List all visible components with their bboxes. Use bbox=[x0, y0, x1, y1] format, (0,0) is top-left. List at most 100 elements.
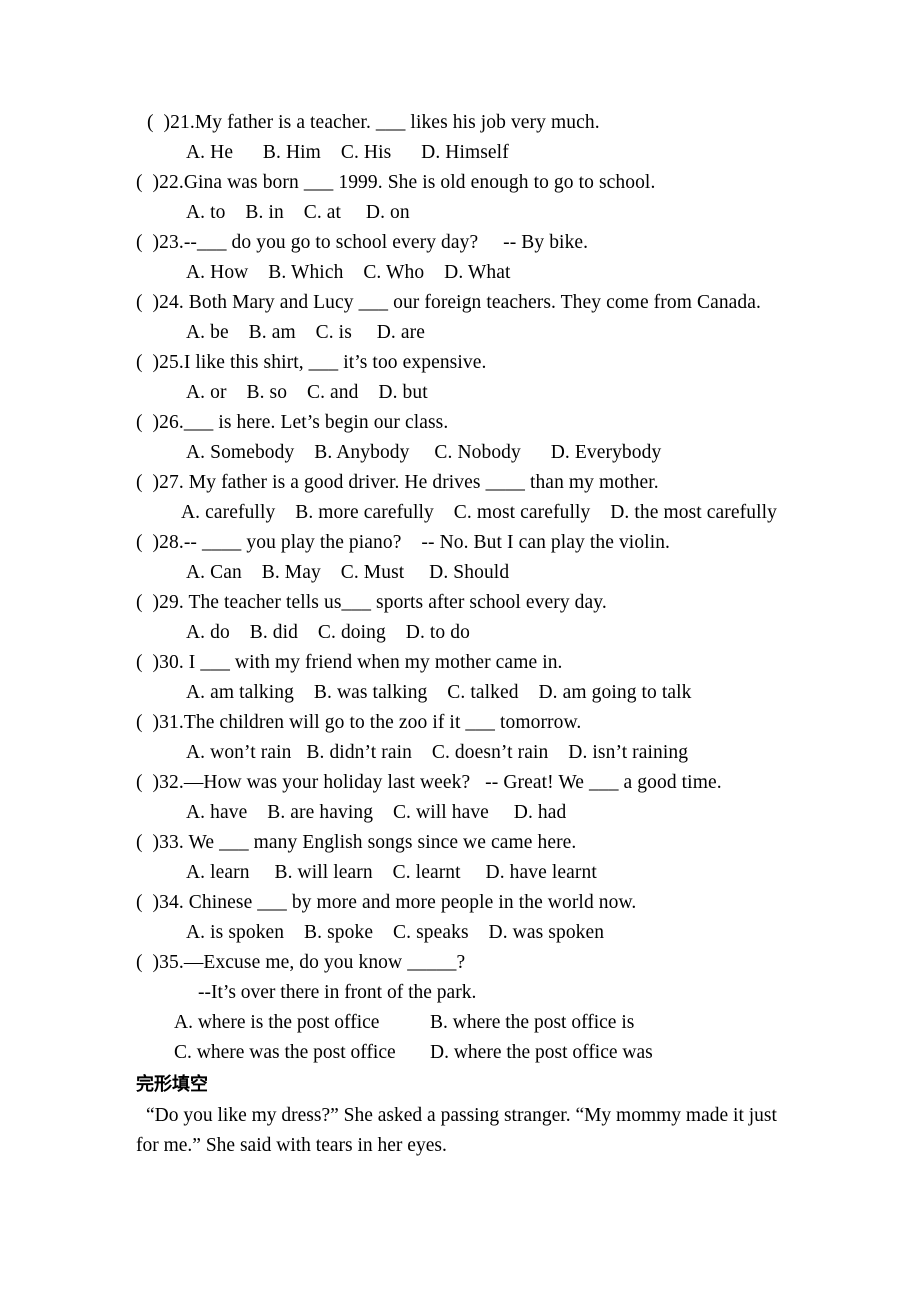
question-text-23: --___ do you go to school every day? -- … bbox=[183, 232, 589, 253]
cloze-passage: “Do you like my dress?” She asked a pass… bbox=[136, 1100, 784, 1161]
worksheet-content: ( )21.My father is a teacher. ___ likes … bbox=[136, 108, 836, 1161]
question-marker-21[interactable]: ( ) bbox=[147, 112, 170, 133]
question-options-31[interactable]: A. won’t rain B. didn’t rain C. doesn’t … bbox=[136, 738, 836, 768]
question-text-25: I like this shirt, ___ it’s too expensiv… bbox=[183, 352, 487, 373]
question-stem-25: ( )25.I like this shirt, ___ it’s too ex… bbox=[136, 348, 836, 378]
question-number-22: 22. bbox=[159, 172, 184, 193]
question-number-34: 34. bbox=[159, 892, 184, 913]
question-text-22: Gina was born ___ 1999. She is old enoug… bbox=[183, 172, 656, 193]
passage-text: “Do you like my dress?” She asked a pass… bbox=[136, 1105, 777, 1156]
question-options-33[interactable]: A. learn B. will learn C. learnt D. have… bbox=[136, 858, 836, 888]
question-text-26: ___ is here. Let’s begin our class. bbox=[183, 412, 449, 433]
document-page: ( )21.My father is a teacher. ___ likes … bbox=[0, 0, 920, 1302]
question-marker-35[interactable]: ( ) bbox=[136, 952, 159, 973]
option-b-35[interactable]: B. where the post office is bbox=[430, 1008, 634, 1038]
question-options-24[interactable]: A. be B. am C. is D. are bbox=[136, 318, 836, 348]
option-row-cd: C. where was the post office D. where the… bbox=[174, 1038, 836, 1068]
question-options-34[interactable]: A. is spoken B. spoke C. speaks D. was s… bbox=[136, 918, 836, 948]
question-marker-24[interactable]: ( ) bbox=[136, 292, 159, 313]
question-block-21: ( )21.My father is a teacher. ___ likes … bbox=[136, 108, 836, 168]
question-options-27[interactable]: A. carefully B. more carefully C. most c… bbox=[136, 498, 836, 528]
question-marker-29[interactable]: ( ) bbox=[136, 592, 159, 613]
option-c-35[interactable]: C. where was the post office bbox=[174, 1038, 430, 1068]
question-text-29: The teacher tells us___ sports after sch… bbox=[183, 592, 607, 613]
question-block-29: ( )29. The teacher tells us___ sports af… bbox=[136, 588, 836, 648]
question-text-24: Both Mary and Lucy ___ our foreign teach… bbox=[183, 292, 762, 313]
question-number-26: 26. bbox=[159, 412, 184, 433]
question-block-32: ( )32.—How was your holiday last week? -… bbox=[136, 768, 836, 828]
question-number-28: 28. bbox=[159, 532, 184, 553]
question-text-30: I ___ with my friend when my mother came… bbox=[183, 652, 563, 673]
question-options-25[interactable]: A. or B. so C. and D. but bbox=[136, 378, 836, 408]
option-row-ab: A. where is the post office B. where the … bbox=[174, 1008, 836, 1038]
question-number-32: 32. bbox=[159, 772, 184, 793]
question-marker-32[interactable]: ( ) bbox=[136, 772, 159, 793]
question-stem-31: ( )31.The children will go to the zoo if… bbox=[136, 708, 836, 738]
question-marker-28[interactable]: ( ) bbox=[136, 532, 159, 553]
question-block-25: ( )25.I like this shirt, ___ it’s too ex… bbox=[136, 348, 836, 408]
question-stem-35: ( )35.—Excuse me, do you know _____? bbox=[136, 948, 836, 978]
question-stem-27: ( )27. My father is a good driver. He dr… bbox=[136, 468, 836, 498]
question-options-29[interactable]: A. do B. did C. doing D. to do bbox=[136, 618, 836, 648]
question-block-35: ( )35.—Excuse me, do you know _____? --I… bbox=[136, 948, 836, 1068]
question-number-21: 21. bbox=[170, 112, 195, 133]
question-text-21: My father is a teacher. ___ likes his jo… bbox=[194, 112, 600, 133]
question-number-35: 35. bbox=[159, 952, 184, 973]
question-number-29: 29. bbox=[159, 592, 184, 613]
question-text-28: -- ____ you play the piano? -- No. But I… bbox=[183, 532, 671, 553]
section-heading-cloze: 完形填空 bbox=[136, 1074, 208, 1095]
question-options-32[interactable]: A. have B. are having C. will have D. ha… bbox=[136, 798, 836, 828]
question-options-30[interactable]: A. am talking B. was talking C. talked D… bbox=[136, 678, 836, 708]
question-block-22: ( )22.Gina was born ___ 1999. She is old… bbox=[136, 168, 836, 228]
question-block-28: ( )28.-- ____ you play the piano? -- No.… bbox=[136, 528, 836, 588]
question-stem-26: ( )26.___ is here. Let’s begin our class… bbox=[136, 408, 836, 438]
question-block-23: ( )23.--___ do you go to school every da… bbox=[136, 228, 836, 288]
question-options-22[interactable]: A. to B. in C. at D. on bbox=[136, 198, 836, 228]
question-block-31: ( )31.The children will go to the zoo if… bbox=[136, 708, 836, 768]
question-marker-25[interactable]: ( ) bbox=[136, 352, 159, 373]
question-number-27: 27. bbox=[159, 472, 184, 493]
question-text-32: —How was your holiday last week? -- Grea… bbox=[183, 772, 722, 793]
question-stem-29: ( )29. The teacher tells us___ sports af… bbox=[136, 588, 836, 618]
question-marker-27[interactable]: ( ) bbox=[136, 472, 159, 493]
question-text-27: My father is a good driver. He drives __… bbox=[183, 472, 659, 493]
question-text-31: The children will go to the zoo if it __… bbox=[183, 712, 582, 733]
option-a-35[interactable]: A. where is the post office bbox=[174, 1008, 430, 1038]
question-block-34: ( )34. Chinese ___ by more and more peop… bbox=[136, 888, 836, 948]
question-options-35: A. where is the post office B. where the … bbox=[136, 1008, 836, 1068]
question-options-26[interactable]: A. Somebody B. Anybody C. Nobody D. Ever… bbox=[136, 438, 836, 468]
question-text-34: Chinese ___ by more and more people in t… bbox=[183, 892, 637, 913]
question-block-33: ( )33. We ___ many English songs since w… bbox=[136, 828, 836, 888]
question-number-30: 30. bbox=[159, 652, 184, 673]
question-block-27: ( )27. My father is a good driver. He dr… bbox=[136, 468, 836, 528]
question-text-35: —Excuse me, do you know _____? bbox=[183, 952, 466, 973]
question-options-28[interactable]: A. Can B. May C. Must D. Should bbox=[136, 558, 836, 588]
question-marker-30[interactable]: ( ) bbox=[136, 652, 159, 673]
question-stem-34: ( )34. Chinese ___ by more and more peop… bbox=[136, 888, 836, 918]
question-block-24: ( )24. Both Mary and Lucy ___ our foreig… bbox=[136, 288, 836, 348]
question-block-30: ( )30. I ___ with my friend when my moth… bbox=[136, 648, 836, 708]
question-answer-line-35: --It’s over there in front of the park. bbox=[198, 982, 477, 1003]
question-marker-33[interactable]: ( ) bbox=[136, 832, 159, 853]
question-stem-28: ( )28.-- ____ you play the piano? -- No.… bbox=[136, 528, 836, 558]
question-options-23[interactable]: A. How B. Which C. Who D. What bbox=[136, 258, 836, 288]
question-marker-31[interactable]: ( ) bbox=[136, 712, 159, 733]
question-stem-22: ( )22.Gina was born ___ 1999. She is old… bbox=[136, 168, 836, 198]
question-marker-26[interactable]: ( ) bbox=[136, 412, 159, 433]
question-text-33: We ___ many English songs since we came … bbox=[183, 832, 577, 853]
question-marker-22[interactable]: ( ) bbox=[136, 172, 159, 193]
question-stem-21: ( )21.My father is a teacher. ___ likes … bbox=[136, 108, 836, 138]
question-marker-34[interactable]: ( ) bbox=[136, 892, 159, 913]
question-number-33: 33. bbox=[159, 832, 184, 853]
question-stem-32: ( )32.—How was your holiday last week? -… bbox=[136, 768, 836, 798]
question-block-26: ( )26.___ is here. Let’s begin our class… bbox=[136, 408, 836, 468]
question-marker-23[interactable]: ( ) bbox=[136, 232, 159, 253]
question-stem-23: ( )23.--___ do you go to school every da… bbox=[136, 228, 836, 258]
question-number-24: 24. bbox=[159, 292, 184, 313]
question-options-21[interactable]: A. He B. Him C. His D. Himself bbox=[136, 138, 836, 168]
question-number-23: 23. bbox=[159, 232, 184, 253]
question-stem-33: ( )33. We ___ many English songs since w… bbox=[136, 828, 836, 858]
question-stem-30: ( )30. I ___ with my friend when my moth… bbox=[136, 648, 836, 678]
question-stem-24: ( )24. Both Mary and Lucy ___ our foreig… bbox=[136, 288, 836, 318]
option-d-35[interactable]: D. where the post office was bbox=[430, 1038, 653, 1068]
